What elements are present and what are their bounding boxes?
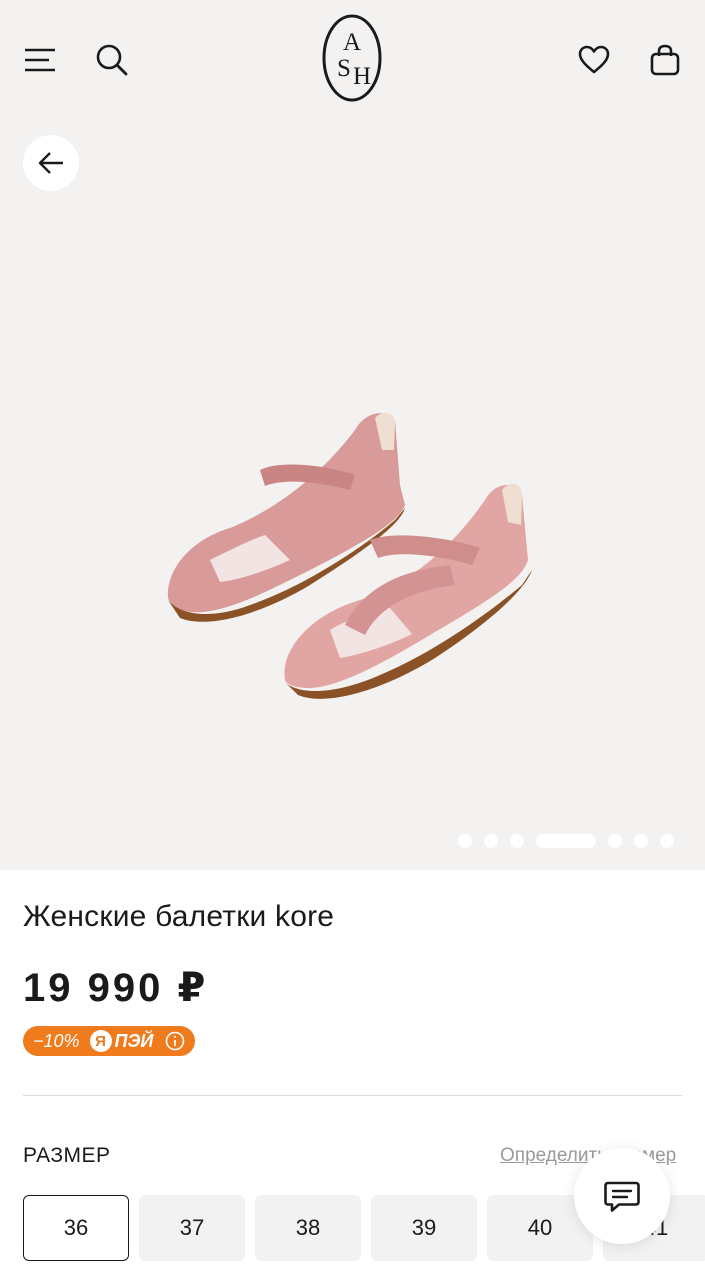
size-option[interactable]: 38 (255, 1195, 361, 1261)
gallery-pagination (458, 834, 674, 848)
chat-button[interactable] (574, 1148, 670, 1244)
product-gallery[interactable]: A S H (0, 0, 705, 870)
arrow-left-icon (38, 152, 63, 174)
product-title: Женские балетки kore (23, 900, 335, 933)
promo-discount: −10% (33, 1030, 80, 1051)
svg-text:S: S (337, 55, 351, 82)
section-divider (23, 1095, 682, 1096)
menu-button[interactable] (18, 38, 62, 82)
product-image (167, 412, 532, 699)
size-option[interactable]: 36 (23, 1195, 129, 1261)
brand-logo[interactable]: A S H (322, 14, 382, 102)
shopping-bag-icon (650, 44, 680, 76)
pagination-dot[interactable] (608, 834, 622, 848)
yandex-pay-promo-badge[interactable]: −10% Я ПЭЙ (23, 1026, 195, 1056)
pagination-dot[interactable] (660, 834, 674, 848)
pagination-dot-active[interactable] (536, 834, 596, 848)
pagination-dot[interactable] (484, 834, 498, 848)
cart-button[interactable] (643, 38, 687, 82)
menu-icon (25, 48, 55, 72)
yandex-logo-icon: Я (89, 1030, 112, 1052)
svg-text:H: H (353, 63, 371, 90)
info-icon[interactable] (165, 1031, 185, 1051)
heart-icon (578, 45, 610, 74)
search-icon (96, 44, 128, 76)
product-price: 19 990 ₽ (23, 966, 209, 1010)
chat-icon (604, 1181, 640, 1212)
search-button[interactable] (90, 38, 134, 82)
back-button[interactable] (23, 135, 79, 191)
size-option[interactable]: 37 (139, 1195, 245, 1261)
size-option[interactable]: 39 (371, 1195, 477, 1261)
pagination-dot[interactable] (458, 834, 472, 848)
pagination-dot[interactable] (510, 834, 524, 848)
shoe-back (167, 412, 405, 622)
wishlist-button[interactable] (572, 38, 616, 82)
promo-pay-text: ПЭЙ (114, 1030, 154, 1051)
size-section-label: РАЗМЕР (23, 1144, 111, 1167)
svg-text:A: A (343, 29, 361, 56)
pagination-dot[interactable] (634, 834, 648, 848)
